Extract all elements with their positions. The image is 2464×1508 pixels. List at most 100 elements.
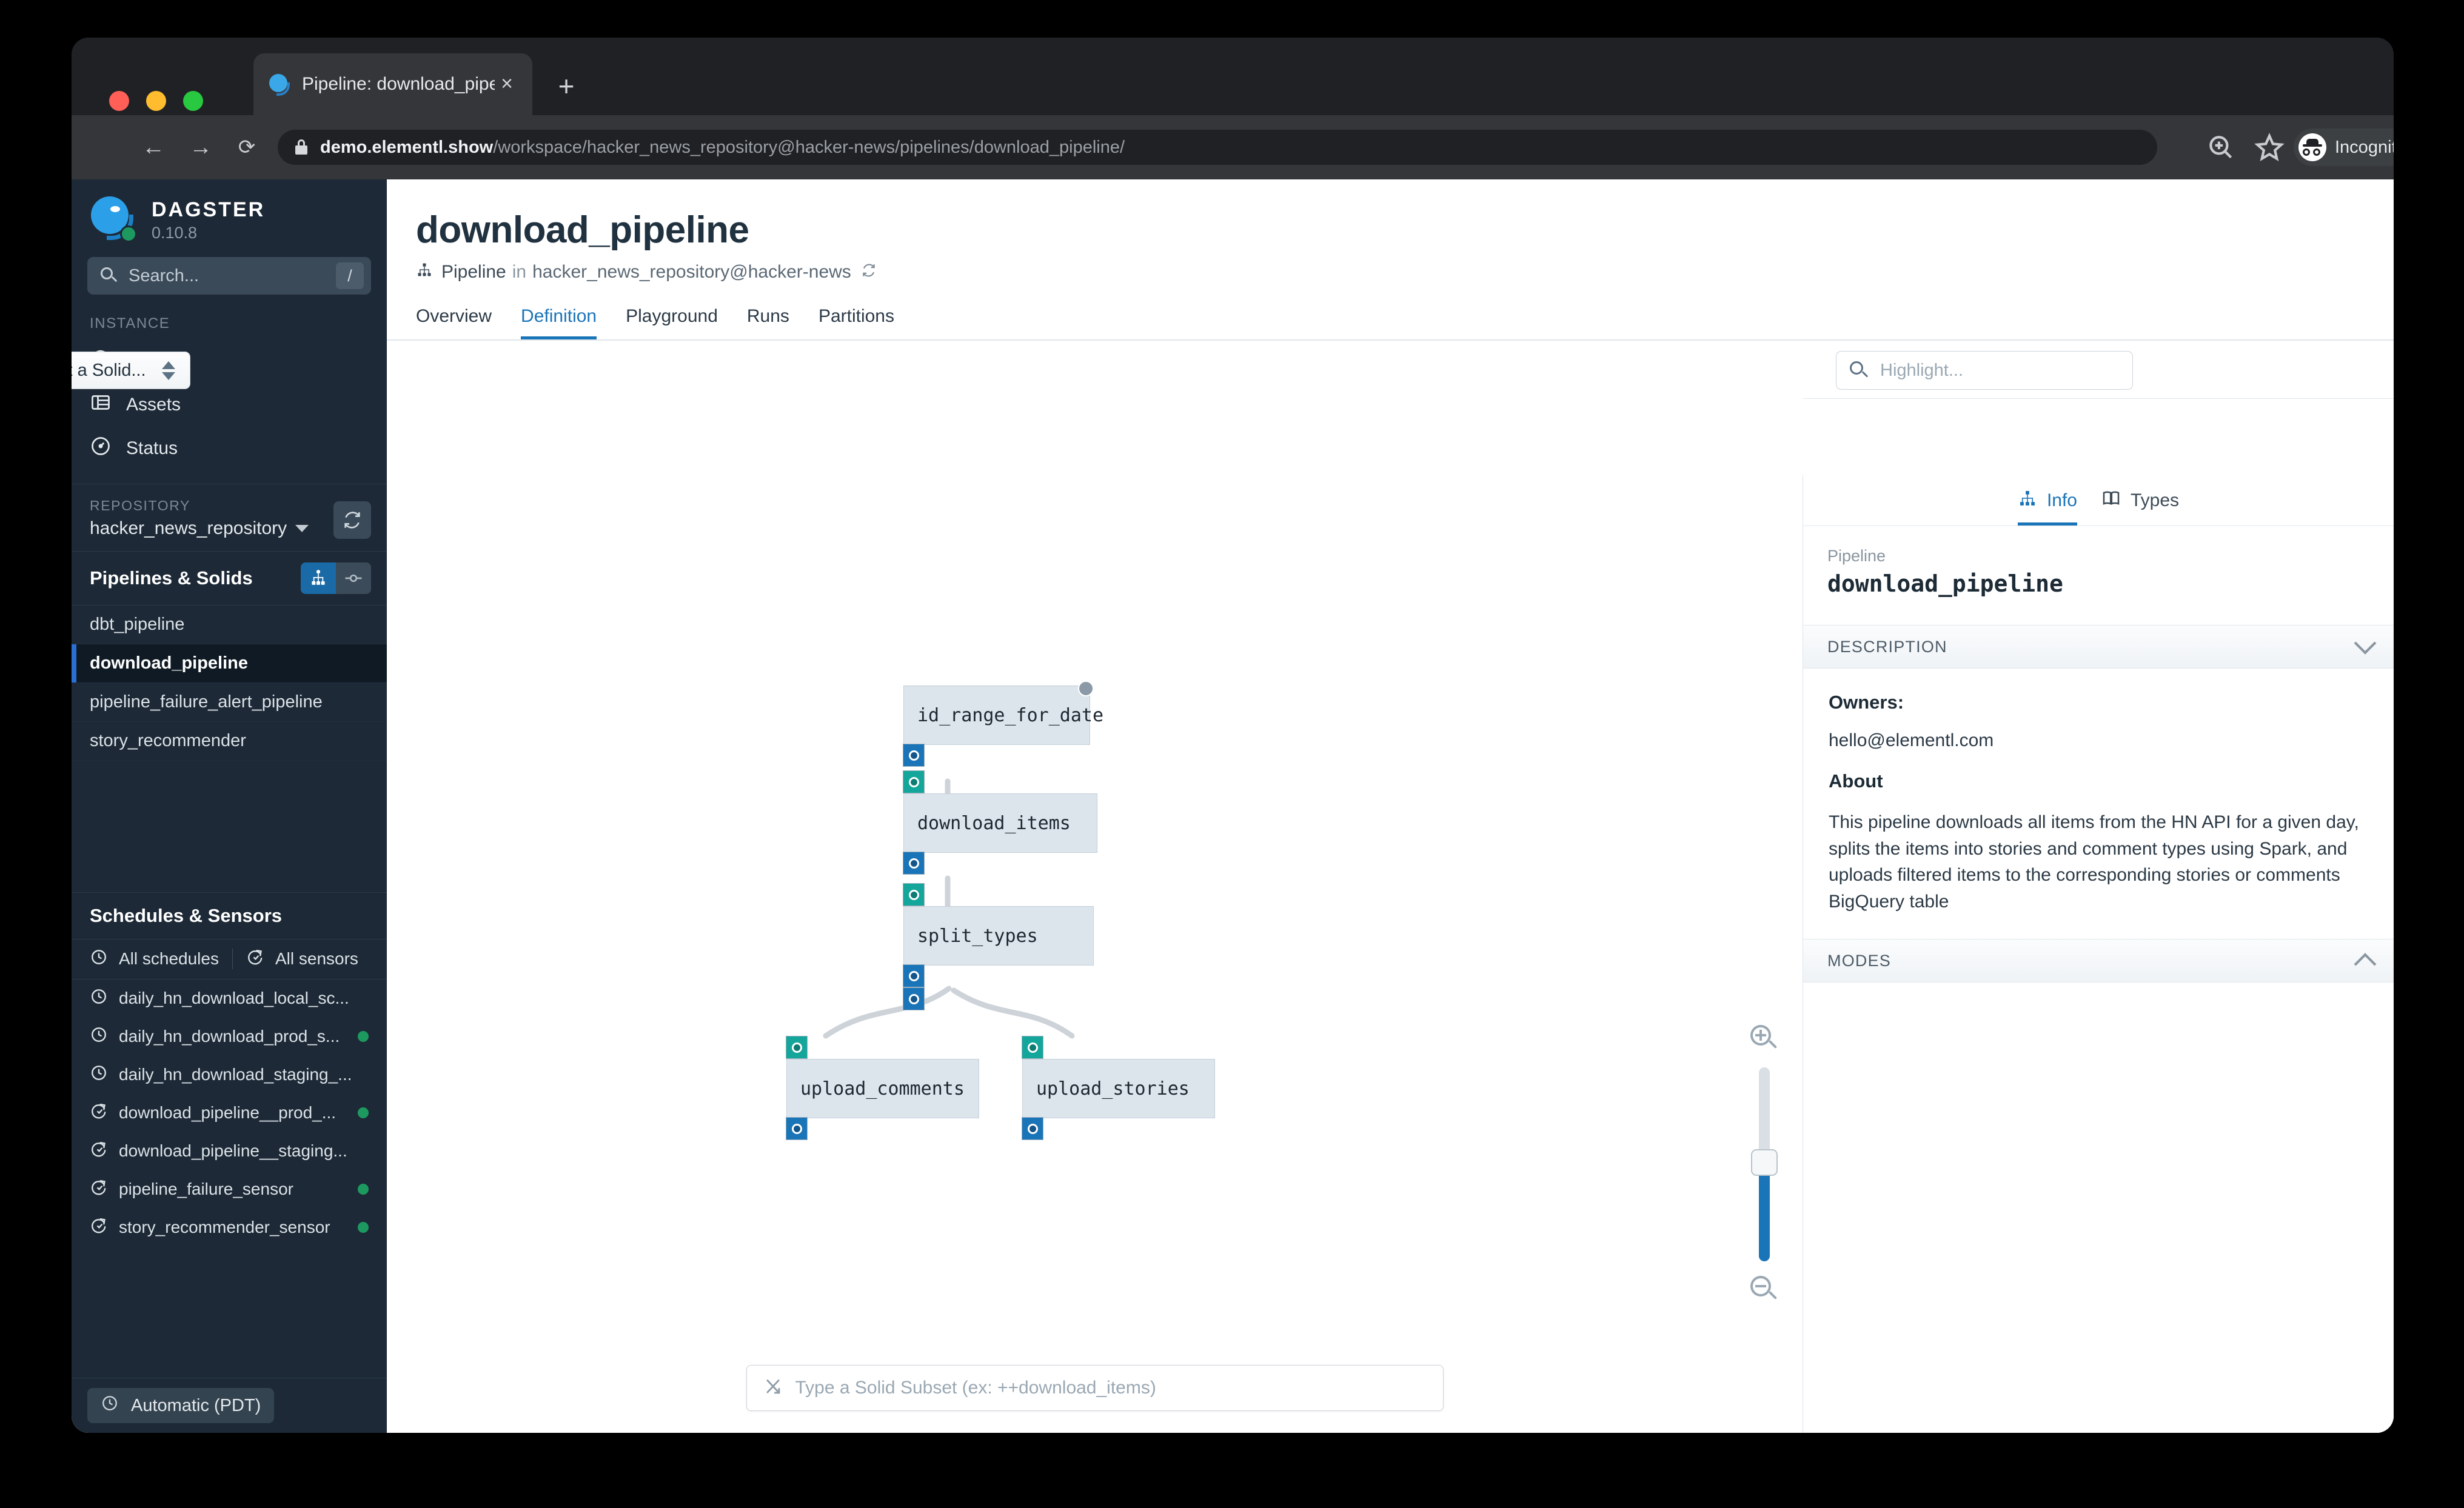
solid-select-dropdown[interactable]: Select a Solid... xyxy=(72,352,190,389)
page-header: download_pipeline Pipeline in hacker_new… xyxy=(387,179,2394,283)
book-icon xyxy=(2101,489,2122,513)
description-accordion-header[interactable]: DESCRIPTION xyxy=(1803,625,2394,669)
tab-runs[interactable]: Runs xyxy=(747,306,789,339)
sensor-item-label: download_pipeline__prod_... xyxy=(119,1103,336,1122)
repository-section-label: REPOSITORY xyxy=(90,498,190,513)
minimize-window-button[interactable] xyxy=(146,91,166,111)
sidebar-pipeline-pipeline_failure_alert_pipeline[interactable]: pipeline_failure_alert_pipeline xyxy=(72,683,387,722)
close-tab-button[interactable]: × xyxy=(495,72,519,96)
breadcrumb-repository[interactable]: hacker_news_repository@hacker-news xyxy=(532,262,851,282)
address-bar[interactable]: demo.elementl.show/workspace/hacker_news… xyxy=(278,130,2157,165)
all-schedules-link[interactable]: All schedules xyxy=(119,949,219,969)
sidebar-pipeline-dbt_pipeline[interactable]: dbt_pipeline xyxy=(72,606,387,644)
tab-playground[interactable]: Playground xyxy=(626,306,718,339)
info-side-panel: Info Types Pipeline download_pipeline DE… xyxy=(1803,475,2394,1433)
hierarchy-icon xyxy=(2018,489,2038,513)
forward-button[interactable]: → xyxy=(184,131,217,164)
brand-version: 0.10.8 xyxy=(152,223,198,242)
graph-node-id_range_for_date[interactable]: id_range_for_date xyxy=(903,681,1103,767)
zoom-search-icon[interactable] xyxy=(2206,132,2236,162)
incognito-icon xyxy=(2298,133,2326,161)
reload-repository-button[interactable] xyxy=(333,501,371,539)
zoom-out-button[interactable] xyxy=(1750,1276,1778,1304)
pipeline-graph-canvas[interactable]: id_range_for_date download_items split_t… xyxy=(387,364,1803,1433)
sensor-item[interactable]: download_pipeline__prod_... xyxy=(72,1094,387,1132)
info-tab[interactable]: Info xyxy=(2017,475,2077,525)
close-window-button[interactable] xyxy=(109,91,129,111)
solid-select-label: Select a Solid... xyxy=(72,360,146,380)
sidebar-pipeline-story_recommender[interactable]: story_recommender xyxy=(72,722,387,761)
tab-overview[interactable]: Overview xyxy=(416,306,492,339)
brand-block[interactable]: DAGSTER 0.10.8 xyxy=(72,179,387,253)
sensor-item[interactable]: download_pipeline__staging... xyxy=(72,1132,387,1170)
bookmark-star-icon[interactable] xyxy=(2254,132,2285,162)
node-output-port-comments[interactable] xyxy=(903,987,925,1010)
node-input-port[interactable] xyxy=(786,1036,808,1059)
sidebar-bottom-spacer xyxy=(72,1247,387,1378)
types-tab-label: Types xyxy=(2131,490,2180,510)
sidebar-pipeline-download_pipeline[interactable]: download_pipeline xyxy=(72,644,387,683)
timezone-bar: Automatic (PDT) xyxy=(72,1378,387,1433)
maximize-window-button[interactable] xyxy=(183,91,203,111)
refresh-icon[interactable] xyxy=(861,262,877,282)
node-input-port[interactable] xyxy=(903,770,925,793)
graph-node-download_items[interactable]: download_items xyxy=(903,770,1097,875)
timezone-button[interactable]: Automatic (PDT) xyxy=(87,1388,275,1423)
app-viewport: DAGSTER 0.10.8 Search... / INSTANCE Runs xyxy=(72,179,2394,1433)
description-body: Owners: hello@elementl.com About This pi… xyxy=(1803,669,2394,939)
node-output-port[interactable] xyxy=(786,1117,808,1140)
sidebar-item-assets[interactable]: Assets xyxy=(72,383,387,427)
graph-node-upload_comments[interactable]: upload_comments xyxy=(786,1036,979,1140)
highlight-input[interactable]: Highlight... xyxy=(1836,351,2133,390)
types-tab[interactable]: Types xyxy=(2101,475,2179,525)
back-button[interactable]: ← xyxy=(137,131,170,164)
tab-definition[interactable]: Definition xyxy=(521,306,597,339)
schedule-item[interactable]: daily_hn_download_local_sc... xyxy=(72,979,387,1018)
sensor-item[interactable]: pipeline_failure_sensor xyxy=(72,1170,387,1209)
incognito-profile-button[interactable]: Incognito xyxy=(2294,128,2394,166)
chevron-down-icon xyxy=(295,525,309,532)
solid-subset-input[interactable]: Type a Solid Subset (ex: ++download_item… xyxy=(746,1365,1444,1411)
tab-partitions[interactable]: Partitions xyxy=(819,306,894,339)
solid-view-toggle[interactable] xyxy=(336,562,371,594)
node-input-port[interactable] xyxy=(903,883,925,906)
sensor-item[interactable]: story_recommender_sensor xyxy=(72,1209,387,1247)
node-output-port[interactable] xyxy=(903,744,925,767)
status-dot-running xyxy=(358,1222,369,1233)
solid-subset-icon xyxy=(763,1376,785,1400)
zoom-slider-track[interactable] xyxy=(1751,1067,1778,1261)
url-host: demo.elementl.show xyxy=(320,137,494,157)
schedule-item-label: daily_hn_download_staging_... xyxy=(119,1065,352,1084)
new-tab-button[interactable]: + xyxy=(551,72,582,103)
zoom-in-button[interactable] xyxy=(1750,1025,1778,1053)
node-output-port[interactable] xyxy=(1022,1117,1043,1140)
schedule-item[interactable]: daily_hn_download_prod_s... xyxy=(72,1018,387,1056)
schedule-item-label: daily_hn_download_local_sc... xyxy=(119,989,349,1007)
lock-icon xyxy=(295,139,308,155)
graph-node-upload_stories[interactable]: upload_stories xyxy=(1022,1036,1215,1140)
graph-node-split_types[interactable]: split_types xyxy=(903,883,1094,1010)
sidebar-item-status[interactable]: Status xyxy=(72,427,387,470)
search-input[interactable]: Search... / xyxy=(87,257,371,295)
dag-edges xyxy=(823,778,1075,1039)
reload-button[interactable]: ⟳ xyxy=(230,131,263,164)
pipeline-graph-view-toggle[interactable] xyxy=(301,562,336,594)
modes-header-label: MODES xyxy=(1827,951,1892,970)
table-icon xyxy=(90,392,115,418)
node-label-box: upload_comments xyxy=(786,1059,979,1118)
repository-selector[interactable]: REPOSITORY hacker_news_repository xyxy=(72,484,387,551)
timezone-label: Automatic (PDT) xyxy=(131,1395,261,1415)
browser-tab[interactable]: Pipeline: download_pipeline × xyxy=(253,53,532,115)
node-output-port-stories[interactable] xyxy=(903,964,925,987)
main-content: download_pipeline Pipeline in hacker_new… xyxy=(72,179,2394,1433)
search-icon xyxy=(1850,361,1869,379)
node-input-port[interactable] xyxy=(1022,1036,1043,1059)
info-panel-body: Pipeline download_pipeline xyxy=(1803,526,2394,597)
schedule-item[interactable]: daily_hn_download_staging_... xyxy=(72,1056,387,1094)
node-output-port[interactable] xyxy=(903,852,925,875)
all-sensors-link[interactable]: All sensors xyxy=(275,949,358,969)
modes-accordion-header[interactable]: MODES xyxy=(1803,939,2394,983)
sensor-item-label: download_pipeline__staging... xyxy=(119,1141,347,1160)
zoom-slider-thumb[interactable] xyxy=(1751,1149,1778,1176)
node-label: upload_stories xyxy=(1036,1078,1190,1099)
